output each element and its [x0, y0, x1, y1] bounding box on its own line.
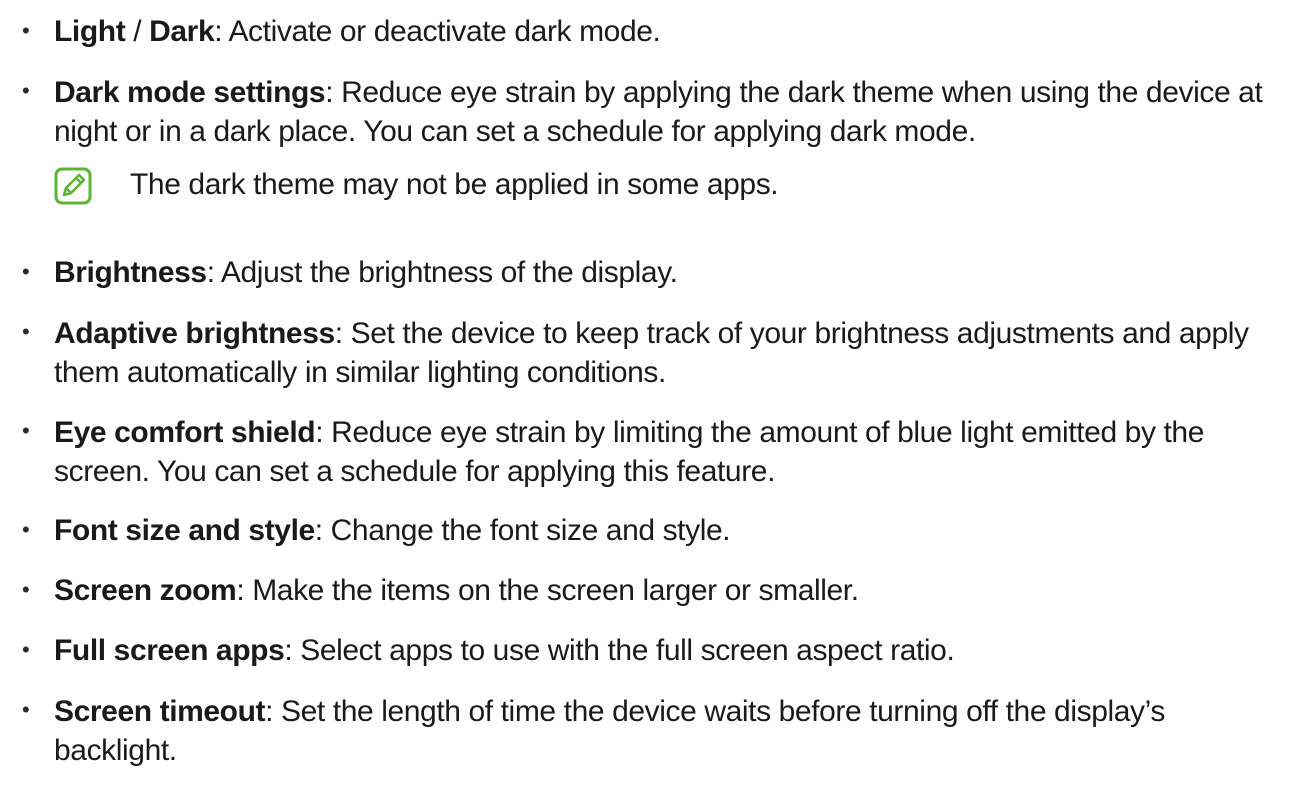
note-block: The dark theme may not be applied in som…: [54, 165, 1254, 205]
item-term: Font size and style: [54, 514, 315, 547]
bullet: •: [22, 259, 30, 284]
bullet: •: [22, 697, 30, 722]
item-term: Eye comfort shield: [54, 416, 316, 449]
item-text: Eye comfort shield: Reduce eye strain by…: [54, 413, 1292, 491]
item-term: Brightness: [54, 256, 207, 289]
item-text: Font size and style: Change the font siz…: [54, 512, 1292, 550]
manual-page: • Light / Dark: Activate or deactivate d…: [0, 0, 1302, 787]
item-term-separator: /: [125, 15, 150, 48]
item-description: : Adjust the brightness of the display.: [206, 256, 678, 289]
item-description: : Activate or deactivate dark mode.: [214, 15, 661, 48]
note-pencil-icon: [54, 167, 92, 205]
item-term: Full screen apps: [54, 634, 285, 667]
bullet: •: [22, 637, 30, 662]
item-text: Screen timeout: Set the length of time t…: [54, 692, 1292, 770]
bullet: •: [22, 517, 30, 542]
item-term-light: Light: [54, 15, 126, 48]
item-text: Adaptive brightness: Set the device to k…: [54, 314, 1292, 392]
note-text: The dark theme may not be applied in som…: [130, 168, 779, 201]
item-text: Screen zoom: Make the items on the scree…: [54, 572, 1292, 610]
item-term: Dark mode settings: [54, 76, 326, 109]
item-term-dark: Dark: [149, 15, 215, 48]
item-term: Screen timeout: [54, 695, 266, 728]
item-text: Brightness: Adjust the brightness of the…: [54, 254, 1292, 292]
item-description: : Select apps to use with the full scree…: [284, 634, 955, 667]
item-term: Screen zoom: [54, 574, 237, 607]
item-text: Full screen apps: Select apps to use wit…: [54, 632, 1292, 670]
item-term: Adaptive brightness: [54, 317, 335, 350]
bullet: •: [22, 18, 30, 43]
item-text: Light / Dark: Activate or deactivate dar…: [54, 13, 1292, 51]
bullet: •: [22, 319, 30, 344]
bullet: •: [22, 78, 30, 103]
item-text: Dark mode settings: Reduce eye strain by…: [54, 73, 1292, 151]
item-description: : Make the items on the screen larger or…: [236, 574, 859, 607]
bullet: •: [22, 418, 30, 443]
item-description: : Change the font size and style.: [314, 514, 731, 547]
bullet: •: [22, 577, 30, 602]
